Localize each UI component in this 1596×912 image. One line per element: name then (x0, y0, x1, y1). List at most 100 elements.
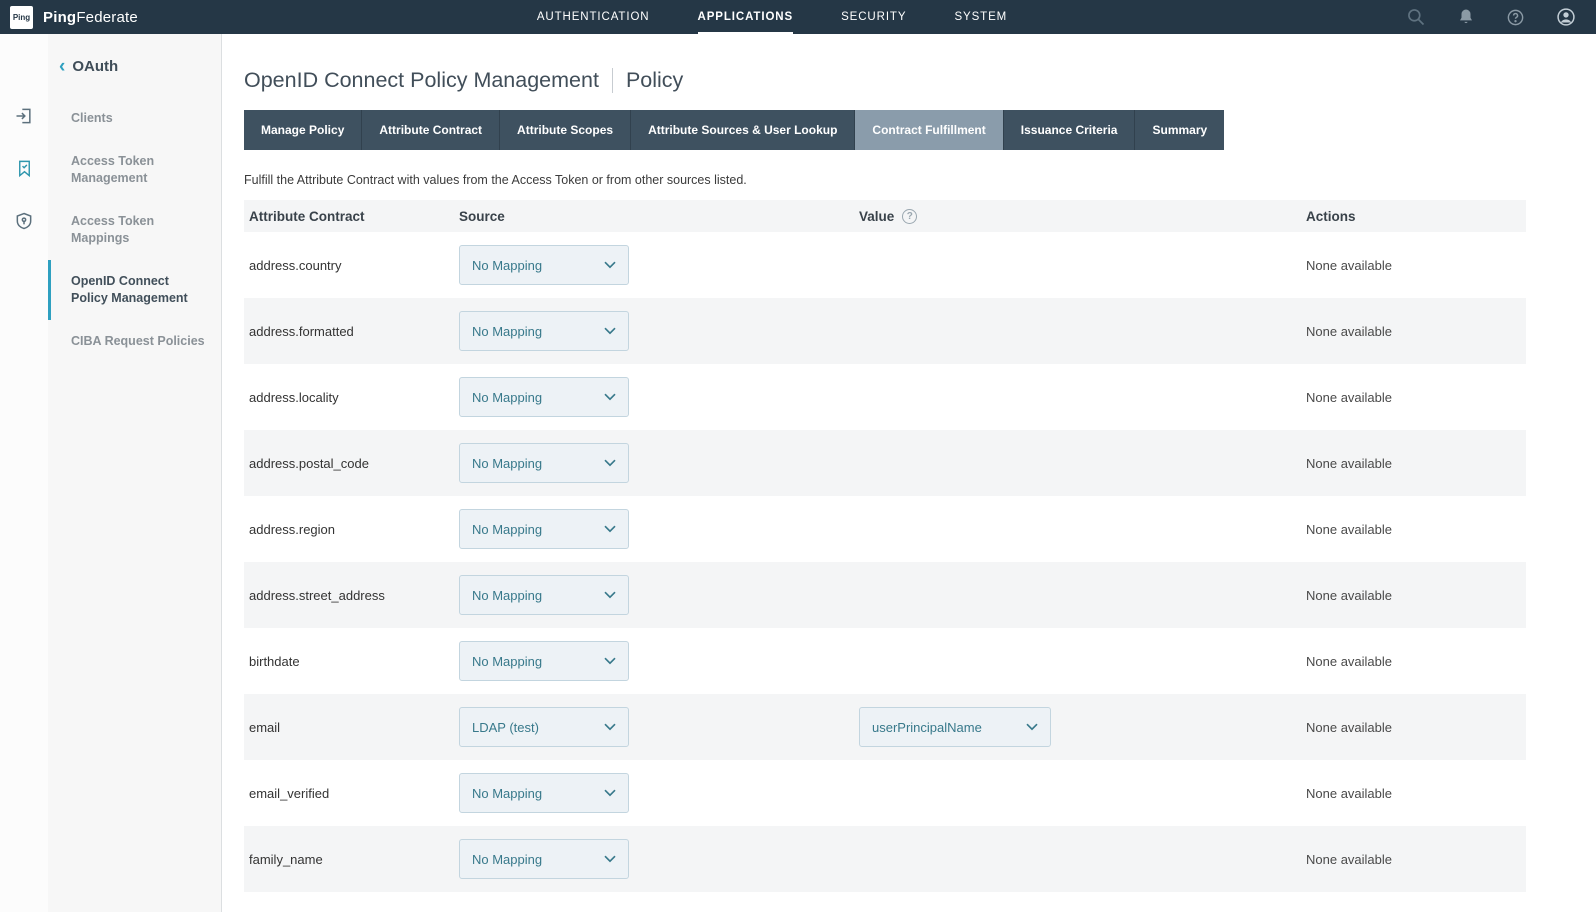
source-select[interactable]: No Mapping (459, 443, 629, 483)
table-header: Attribute Contract Source Value ? Action… (244, 200, 1526, 232)
chevron-down-icon (604, 393, 616, 401)
brand-rest: Federate (76, 9, 138, 26)
account-icon[interactable] (1556, 7, 1576, 27)
nav-security[interactable]: SECURITY (841, 0, 906, 34)
topbar-icons (1406, 7, 1576, 27)
tab-attribute-scopes[interactable]: Attribute Scopes (500, 110, 631, 150)
attribute-name: address.street_address (244, 588, 454, 603)
source-select[interactable]: No Mapping (459, 575, 629, 615)
table-row: family_nameNo MappingNone available (244, 826, 1526, 892)
actions-value: None available (1301, 522, 1526, 537)
attribute-name: address.locality (244, 390, 454, 405)
select-value: No Mapping (472, 390, 542, 405)
source-cell: No Mapping (454, 245, 854, 285)
value-cell: userPrincipalName (854, 707, 1301, 747)
select-value: No Mapping (472, 324, 542, 339)
description: Fulfill the Attribute Contract with valu… (244, 173, 1526, 187)
tab-issuance-criteria[interactable]: Issuance Criteria (1004, 110, 1136, 150)
authentication-icon[interactable] (14, 106, 34, 126)
brand-text: PingFederate (43, 9, 138, 26)
tab-attribute-sources-user-lookup[interactable]: Attribute Sources & User Lookup (631, 110, 855, 150)
chevron-down-icon (604, 855, 616, 863)
value-help-icon[interactable]: ? (902, 209, 917, 224)
col-actions: Actions (1301, 209, 1526, 224)
chevron-down-icon (604, 261, 616, 269)
col-value-label: Value (859, 209, 894, 224)
attribute-name: address.postal_code (244, 456, 454, 471)
actions-value: None available (1301, 786, 1526, 801)
source-cell: No Mapping (454, 377, 854, 417)
table-row: address.street_address No Mapping None ava… (244, 562, 1526, 628)
source-cell: No Mapping (454, 311, 854, 351)
chevron-down-icon (604, 525, 616, 533)
help-icon[interactable] (1506, 8, 1525, 27)
source-select[interactable]: LDAP (test) (459, 707, 629, 747)
source-cell: No Mapping (454, 773, 854, 813)
tab-summary[interactable]: Summary (1135, 110, 1224, 150)
page-subtitle: Policy (626, 68, 683, 93)
nav-system[interactable]: SYSTEM (954, 0, 1007, 34)
topbar: Ping PingFederate AUTHENTICATION APPLICAT… (0, 0, 1596, 34)
source-select[interactable]: No Mapping (459, 509, 629, 549)
select-value: userPrincipalName (872, 720, 982, 735)
search-icon[interactable] (1406, 7, 1426, 27)
tab-contract-fulfillment[interactable]: Contract Fulfillment (855, 110, 1003, 150)
security-icon[interactable] (14, 211, 34, 231)
nav-authentication[interactable]: AUTHENTICATION (537, 0, 650, 34)
source-select[interactable]: No Mapping (459, 839, 629, 879)
sidebar-item-ciba-request-policies[interactable]: CIBA Request Policies (48, 320, 221, 363)
select-value: No Mapping (472, 654, 542, 669)
tab-attribute-contract[interactable]: Attribute Contract (362, 110, 500, 150)
source-select[interactable]: No Mapping (459, 773, 629, 813)
sidebar-item-access-token-management[interactable]: Access Token Management (48, 140, 221, 200)
tab-manage-policy[interactable]: Manage Policy (244, 110, 362, 150)
chevron-down-icon (604, 789, 616, 797)
source-select[interactable]: No Mapping (459, 641, 629, 681)
notifications-icon[interactable] (1457, 8, 1475, 26)
col-attribute-contract: Attribute Contract (244, 209, 454, 224)
page-title: OpenID Connect Policy Management Policy (244, 68, 1526, 93)
value-select[interactable]: userPrincipalName (859, 707, 1051, 747)
sidebar-items: ClientsAccess Token ManagementAccess Tok… (48, 97, 221, 363)
sidebar-item-clients[interactable]: Clients (48, 97, 221, 140)
back-label: OAuth (72, 58, 118, 75)
title-divider (612, 68, 613, 93)
source-cell: No Mapping (454, 575, 854, 615)
attribute-name: email_verified (244, 786, 454, 801)
back-link[interactable]: ‹ OAuth (48, 58, 221, 75)
sidebar-item-access-token-mappings[interactable]: Access Token Mappings (48, 200, 221, 260)
brand-bold: Ping (43, 9, 76, 26)
select-value: No Mapping (472, 588, 542, 603)
source-select[interactable]: No Mapping (459, 245, 629, 285)
layout: ‹ OAuth ClientsAccess Token ManagementAc… (0, 34, 1596, 912)
table-row: birthdate No Mapping None available (244, 628, 1526, 694)
attribute-name: address.country (244, 258, 454, 273)
brand: Ping PingFederate (10, 6, 138, 29)
tab-bar: Manage PolicyAttribute ContractAttribute… (244, 110, 1526, 150)
select-value: No Mapping (472, 258, 542, 273)
source-select[interactable]: No Mapping (459, 311, 629, 351)
select-value: No Mapping (472, 786, 542, 801)
actions-value: None available (1301, 654, 1526, 669)
chevron-left-icon: ‹ (59, 59, 65, 74)
table-rows: address.countryNo MappingNone availablea… (244, 232, 1526, 892)
chevron-down-icon (604, 591, 616, 599)
actions-value: None available (1301, 390, 1526, 405)
chevron-down-icon (604, 459, 616, 467)
actions-value: None available (1301, 588, 1526, 603)
actions-value: None available (1301, 324, 1526, 339)
nav-applications[interactable]: APPLICATIONS (698, 0, 794, 34)
table-row: email_verified No Mapping None available (244, 760, 1526, 826)
sidebar-item-openid-connect-policy-management[interactable]: OpenID Connect Policy Management (48, 260, 221, 320)
chevron-down-icon (604, 723, 616, 731)
source-cell: No Mapping (454, 509, 854, 549)
main-content: OpenID Connect Policy Management Policy … (222, 34, 1596, 912)
source-select[interactable]: No Mapping (459, 377, 629, 417)
table-row: address.formattedNo MappingNone availabl… (244, 298, 1526, 364)
page-title-text: OpenID Connect Policy Management (244, 68, 599, 93)
table-row: address.locality No Mapping None available (244, 364, 1526, 430)
attribute-name: birthdate (244, 654, 454, 669)
table-row: emailLDAP (test)userPrincipalNameNone av… (244, 694, 1526, 760)
actions-value: None available (1301, 258, 1526, 273)
applications-icon[interactable] (15, 159, 34, 178)
